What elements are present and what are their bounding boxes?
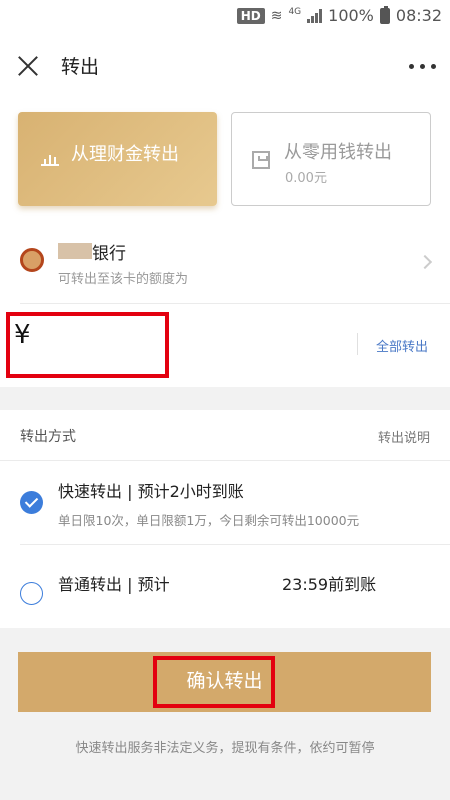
close-icon[interactable] xyxy=(14,52,42,80)
transfer-all-button[interactable]: 全部转出 xyxy=(376,336,428,355)
methods-title: 转出方式 xyxy=(20,429,76,445)
header-bar: 转出 xyxy=(0,32,450,102)
amount-row: ¥ 全部转出 xyxy=(0,310,450,380)
wallet-icon xyxy=(252,151,270,169)
methods-help-link[interactable]: 转出说明 xyxy=(378,427,430,446)
method-option-normal[interactable]: 普通转出 | 预计 23:59前到账 xyxy=(0,545,450,628)
currency-symbol: ¥ xyxy=(14,320,31,350)
battery-percent: 100% xyxy=(328,6,374,25)
bank-logo-icon xyxy=(20,248,44,272)
wifi-icon: ≋ xyxy=(270,7,283,24)
bank-card-selector[interactable]: 银行 可转出至该卡的额度为 xyxy=(0,224,450,304)
status-icons: HD ≋ 4G 100% 08:32 xyxy=(236,5,442,25)
bank-limit-text: 可转出至该卡的额度为 xyxy=(58,272,189,287)
divider xyxy=(357,333,358,355)
source-card-pocket-money[interactable]: 从零用钱转出 0.00元 xyxy=(231,112,431,206)
divider xyxy=(20,303,450,304)
hd-badge: HD xyxy=(236,7,265,24)
method-fast-description: 单日限10次，单日限额1万，今日剩余可转出10000元 xyxy=(58,513,360,528)
bank-name-redaction xyxy=(58,243,92,259)
method-normal-arrival: 23:59前到账 xyxy=(282,575,377,594)
transfer-form: 从理财金转出 从零用钱转出 0.00元 银行 可转出至该卡的额度为 ¥ 全部转出 xyxy=(0,102,450,387)
page-title: 转出 xyxy=(61,56,100,78)
radio-unchecked-icon[interactable] xyxy=(20,582,43,605)
method-option-fast[interactable]: 快速转出 | 预计2小时到账 单日限10次，单日限额1万，今日剩余可转出1000… xyxy=(0,461,450,545)
bank-name: 银行 xyxy=(92,244,126,264)
source-card-wealth[interactable]: 从理财金转出 xyxy=(18,112,217,206)
radio-checked-icon[interactable] xyxy=(20,491,43,514)
method-fast-title: 快速转出 | 预计2小时到账 xyxy=(58,482,244,501)
battery-icon xyxy=(379,5,390,24)
source-card-wealth-label: 从理财金转出 xyxy=(71,144,179,165)
clock: 08:32 xyxy=(395,6,442,25)
method-normal-title: 普通转出 | 预计 xyxy=(58,575,170,594)
amount-input[interactable] xyxy=(50,324,150,354)
chart-icon xyxy=(41,150,59,166)
confirm-highlight-box xyxy=(153,656,275,708)
chevron-right-icon xyxy=(417,254,433,270)
signal-icon xyxy=(307,8,323,23)
transfer-methods: 转出方式 转出说明 快速转出 | 预计2小时到账 单日限10次，单日限额1万，今… xyxy=(0,410,450,628)
more-options-icon[interactable] xyxy=(409,54,436,78)
pocket-money-balance: 0.00元 xyxy=(285,171,327,186)
network-type: 4G xyxy=(288,6,302,17)
source-card-pocket-money-label: 从零用钱转出 xyxy=(284,142,392,163)
status-bar: HD ≋ 4G 100% 08:32 xyxy=(0,0,450,32)
footer-note: 快速转出服务非法定义务，提现有条件，依约可暂停 xyxy=(75,741,375,756)
